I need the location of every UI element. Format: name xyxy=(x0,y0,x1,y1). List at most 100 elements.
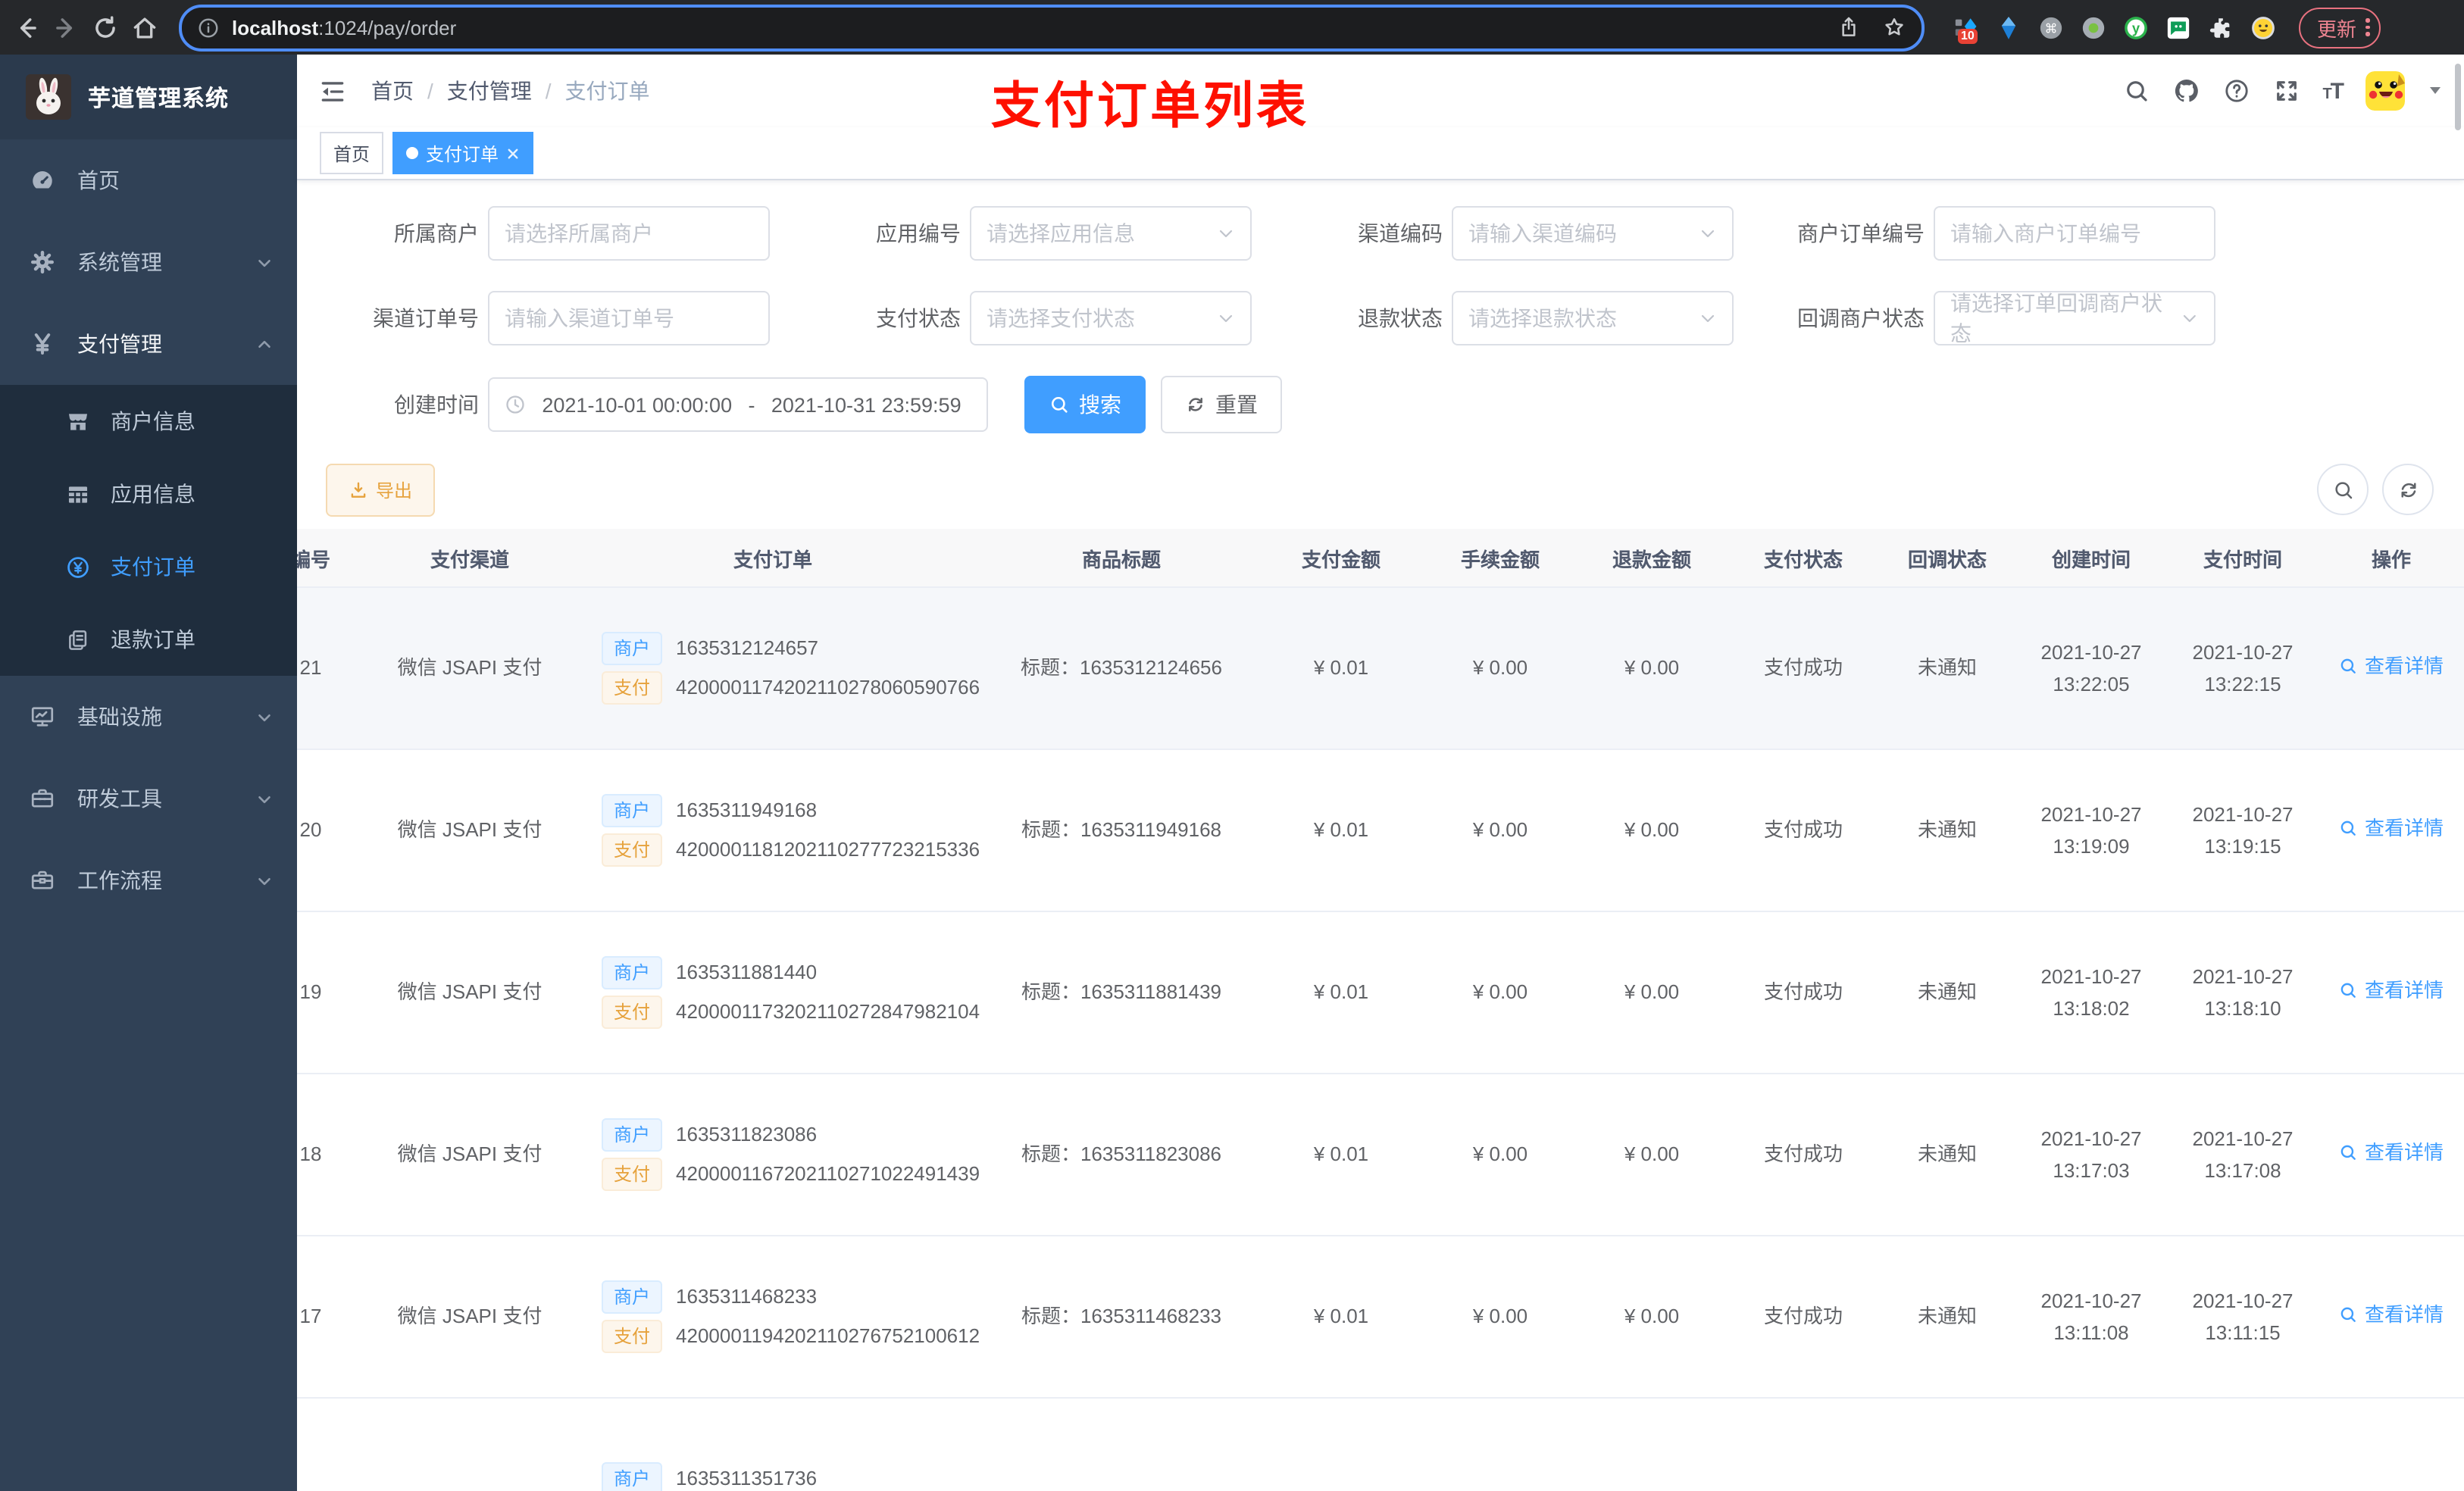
sidebar-item-home[interactable]: 首页 xyxy=(0,139,297,221)
sidebar-item-workflow[interactable]: 工作流程 xyxy=(0,839,297,921)
back-icon[interactable] xyxy=(12,13,41,42)
home-icon[interactable] xyxy=(130,13,159,42)
sidebar-item-label: 研发工具 xyxy=(77,786,162,811)
toggle-search-button[interactable] xyxy=(2317,464,2369,515)
filter-row-3: 创建时间 2021-10-01 00:00:00 - 2021-10-31 23… xyxy=(297,376,2464,433)
fullscreen-icon[interactable] xyxy=(2272,77,2300,105)
tab-pay-order[interactable]: 支付订单 xyxy=(392,132,534,174)
sidebar-item-refund-order[interactable]: 退款订单 xyxy=(0,603,297,676)
channel-order-no-input[interactable] xyxy=(488,291,770,345)
view-detail-link[interactable]: 查看详情 xyxy=(2339,650,2444,683)
screen: localhost:1024/pay/order 10 ⌘ y 更新 芋道管理系… xyxy=(0,0,2464,1491)
merchant-input[interactable] xyxy=(488,206,770,261)
select-placeholder: 请输入渠道编码 xyxy=(1468,221,1617,245)
filter-merchant-order-no: 商户订单编号 xyxy=(1743,206,2225,261)
refresh-icon xyxy=(1189,397,1202,412)
dot-extension-icon[interactable] xyxy=(2081,14,2106,40)
chat-extension-icon[interactable] xyxy=(2165,14,2191,40)
main-panel: 首页 / 支付管理 / 支付订单 支付订单列表 TT 首页 支付订单 所属商户 … xyxy=(297,55,2464,1491)
refresh-table-button[interactable] xyxy=(2382,464,2434,515)
bookmark-star-icon[interactable] xyxy=(1882,15,1906,39)
pay-tag: 支付 xyxy=(602,1320,663,1353)
sidebar-item-infra[interactable]: 基础设施 xyxy=(0,676,297,758)
filter-pay-status: 支付状态 请选择支付状态 xyxy=(779,291,1261,345)
chevron-down-icon xyxy=(1701,230,1715,238)
reload-icon[interactable] xyxy=(91,13,120,42)
update-button[interactable]: 更新 xyxy=(2299,7,2381,48)
y-extension-icon[interactable]: y xyxy=(2123,14,2149,40)
field-label: 渠道订单号 xyxy=(373,306,479,330)
navbar-actions: TT xyxy=(2122,71,2443,111)
channel-code-select[interactable]: 请输入渠道编码 xyxy=(1452,206,1734,261)
field-label: 商户订单编号 xyxy=(1797,221,1925,245)
view-detail-link[interactable]: 查看详情 xyxy=(2339,974,2444,1007)
select-placeholder: 请选择订单回调商户状态 xyxy=(1950,291,2162,345)
svg-text:y: y xyxy=(2132,19,2140,35)
view-detail-link[interactable]: 查看详情 xyxy=(2339,812,2444,845)
sidebar-extension-icon[interactable]: 10 xyxy=(1953,14,1979,43)
user-avatar[interactable] xyxy=(2366,71,2405,111)
reset-button[interactable]: 重置 xyxy=(1161,376,1282,433)
view-detail-link[interactable]: 查看详情 xyxy=(2339,1299,2444,1331)
sidebar-item-system[interactable]: 系统管理 xyxy=(0,221,297,303)
search-icon[interactable] xyxy=(2122,77,2150,105)
column-header: 回调状态 xyxy=(1879,529,2015,588)
tab-label: 首页 xyxy=(333,143,371,164)
view-detail-link[interactable]: 查看详情 xyxy=(2339,1136,2444,1169)
sidebar-item-label: 退款订单 xyxy=(111,627,195,652)
kite-extension-icon[interactable] xyxy=(1996,14,2022,40)
update-label: 更新 xyxy=(2317,17,2357,40)
breadcrumb-pay[interactable]: 支付管理 xyxy=(447,76,532,106)
sidebar-item-pay[interactable]: 支付管理 xyxy=(0,303,297,385)
search-button[interactable]: 搜索 xyxy=(1024,376,1146,433)
close-icon[interactable] xyxy=(506,146,520,160)
column-header: 支付金额 xyxy=(1258,529,1424,588)
command-extension-icon[interactable]: ⌘ xyxy=(2038,14,2064,40)
sidebar-item-app-info[interactable]: 应用信息 xyxy=(0,458,297,530)
merchant-order-no-input[interactable] xyxy=(1934,206,2215,261)
sidebar-fold-icon[interactable] xyxy=(318,77,347,105)
tags-view-bar: 首页 支付订单 xyxy=(297,127,2464,180)
page-annotation: 支付订单列表 xyxy=(991,77,1309,133)
select-placeholder: 请选择应用信息 xyxy=(987,221,1135,245)
browser-menu-icon[interactable] xyxy=(2366,18,2370,36)
share-icon[interactable] xyxy=(1837,15,1861,39)
filter-notify-status: 回调商户状态 请选择订单回调商户状态 xyxy=(1743,291,2225,345)
navbar: 首页 / 支付管理 / 支付订单 支付订单列表 TT xyxy=(297,55,2464,133)
table-row: 18 微信 JSAPI 支付 商户 1635311823086 支付 4200001… xyxy=(297,1074,2464,1236)
pay-status-select[interactable]: 请选择支付状态 xyxy=(970,291,1252,345)
column-header: 支付渠道 xyxy=(379,529,561,588)
sidebar: 芋道管理系统 首页 系统管理 支付管理 商户信息 应用信息 支付订单 退款订单 … xyxy=(0,55,297,1491)
gear-icon xyxy=(31,251,54,274)
help-icon[interactable] xyxy=(2222,77,2250,105)
field-label: 支付状态 xyxy=(876,306,961,330)
sidebar-item-label: 系统管理 xyxy=(77,250,162,274)
date-range-input[interactable]: 2021-10-01 00:00:00 - 2021-10-31 23:59:5… xyxy=(488,377,988,432)
refund-status-select[interactable]: 请选择退款状态 xyxy=(1452,291,1734,345)
sidebar-item-pay-order[interactable]: 支付订单 xyxy=(0,530,297,603)
sidebar-item-devtools[interactable]: 研发工具 xyxy=(0,758,297,839)
tab-home[interactable]: 首页 xyxy=(320,132,384,174)
chevron-down-icon xyxy=(258,795,270,803)
search-icon xyxy=(2341,1146,2356,1161)
font-size-icon[interactable]: TT xyxy=(2322,78,2344,104)
page-info-icon[interactable] xyxy=(197,16,220,39)
profile-avatar-icon[interactable] xyxy=(2250,14,2276,40)
orders-table: 编号支付渠道支付订单商品标题支付金额手续金额退款金额支付状态回调状态创建时间支付… xyxy=(297,529,2464,1491)
forward-icon[interactable] xyxy=(52,13,80,42)
export-button[interactable]: 导出 xyxy=(326,463,436,516)
breadcrumb-home[interactable]: 首页 xyxy=(371,76,414,106)
url-bar[interactable]: localhost:1024/pay/order xyxy=(179,4,1925,51)
notify-status-select[interactable]: 请选择订单回调商户状态 xyxy=(1934,291,2215,345)
date-separator: - xyxy=(748,393,755,416)
extensions-puzzle-icon[interactable] xyxy=(2208,14,2234,40)
reset-label: 重置 xyxy=(1215,392,1258,417)
filter-channel-code: 渠道编码 请输入渠道编码 xyxy=(1261,206,1743,261)
breadcrumb-separator: / xyxy=(545,79,552,103)
github-icon[interactable] xyxy=(2172,77,2200,105)
sidebar-item-merchant-info[interactable]: 商户信息 xyxy=(0,385,297,458)
scrollbar-thumb[interactable] xyxy=(2455,64,2461,130)
caret-down-icon[interactable] xyxy=(2428,85,2443,97)
app-id-select[interactable]: 请选择应用信息 xyxy=(970,206,1252,261)
channel-pay-no: 4200001181202110277723215336 xyxy=(676,838,980,861)
